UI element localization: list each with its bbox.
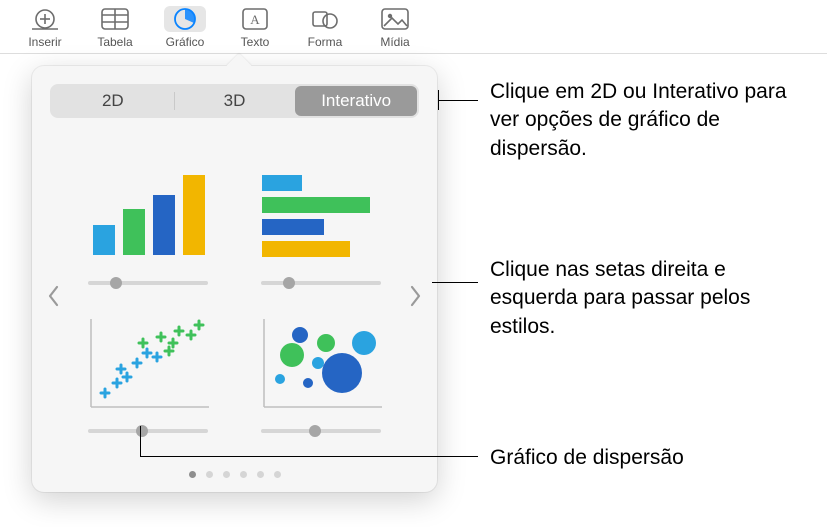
callout-connector [432, 282, 478, 283]
scatter-chart-icon [78, 308, 218, 418]
callout-connector [140, 426, 141, 456]
chart-style-column[interactable] [74, 160, 223, 288]
toolbar-insert-button[interactable]: Inserir [14, 6, 76, 49]
toolbar-media-button[interactable]: Mídia [364, 6, 426, 49]
svg-text:A: A [250, 12, 260, 27]
table-icon [100, 6, 130, 32]
prev-style-arrow[interactable] [36, 266, 70, 326]
media-icon [380, 6, 410, 32]
page-dot-3[interactable] [223, 471, 230, 478]
callout-arrows: Clique nas setas direita e esquerda para… [490, 256, 810, 341]
toolbar-media-label: Mídia [380, 35, 409, 49]
chart-popover: 2D 3D Interativo [32, 66, 437, 492]
page-dot-6[interactable] [274, 471, 281, 478]
toolbar-shape-button[interactable]: Forma [294, 6, 356, 49]
tab-interactive[interactable]: Interativo [295, 86, 417, 116]
page-dot-1[interactable] [189, 471, 196, 478]
chart-type-segmented-control: 2D 3D Interativo [50, 84, 419, 118]
chart-style-bar[interactable] [247, 160, 396, 288]
style-slider[interactable] [261, 426, 381, 436]
toolbar-text-button[interactable]: A Texto [224, 6, 286, 49]
callout-connector [438, 100, 478, 101]
insert-icon [30, 6, 60, 32]
toolbar: Inserir Tabela Gráfico A Texto Forma Míd… [0, 0, 827, 54]
callout-scatter: Gráfico de dispersão [490, 444, 684, 472]
chart-icon [164, 6, 206, 32]
page-dots [32, 459, 437, 492]
callout-connector [140, 456, 478, 457]
toolbar-insert-label: Inserir [28, 35, 61, 49]
tab-3d[interactable]: 3D [174, 86, 296, 116]
bubble-chart-icon [251, 308, 391, 418]
style-slider[interactable] [88, 426, 208, 436]
tab-2d[interactable]: 2D [52, 86, 174, 116]
bar-chart-icon [251, 160, 391, 270]
column-chart-icon [78, 160, 218, 270]
toolbar-chart-button[interactable]: Gráfico [154, 6, 216, 49]
style-slider[interactable] [88, 278, 208, 288]
toolbar-table-label: Tabela [97, 35, 132, 49]
toolbar-text-label: Texto [241, 35, 270, 49]
chart-styles-pager [32, 132, 437, 459]
toolbar-chart-label: Gráfico [166, 35, 205, 49]
page-dot-2[interactable] [206, 471, 213, 478]
text-icon: A [240, 6, 270, 32]
page-dot-5[interactable] [257, 471, 264, 478]
page-dot-4[interactable] [240, 471, 247, 478]
shape-icon [310, 6, 340, 32]
callout-tabs: Clique em 2D ou Interativo para ver opçõ… [490, 78, 790, 163]
toolbar-table-button[interactable]: Tabela [84, 6, 146, 49]
next-style-arrow[interactable] [399, 266, 433, 326]
toolbar-shape-label: Forma [308, 35, 343, 49]
chart-style-grid [70, 156, 399, 436]
chart-style-bubble[interactable] [247, 308, 396, 436]
chart-style-scatter[interactable] [74, 308, 223, 436]
style-slider[interactable] [261, 278, 381, 288]
